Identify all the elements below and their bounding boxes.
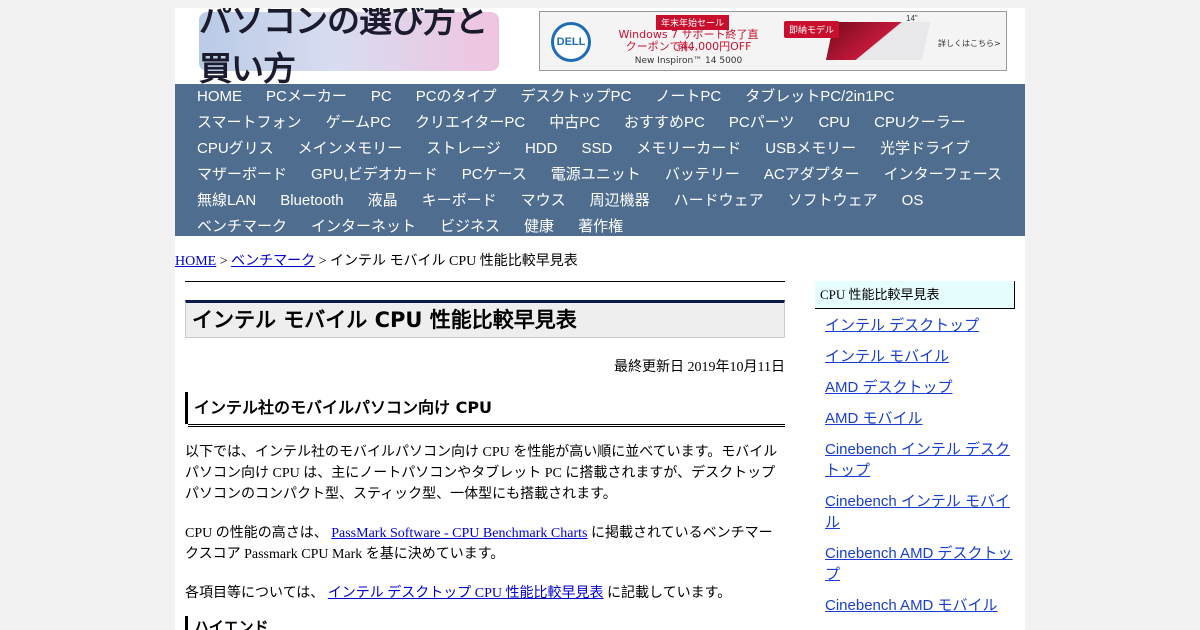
nav-item[interactable]: 無線LAN xyxy=(185,188,268,214)
nav-item[interactable]: CPU xyxy=(806,110,862,136)
nav-item[interactable]: ACアダプター xyxy=(752,162,872,188)
nav-item[interactable]: 中古PC xyxy=(537,110,612,136)
breadcrumb-separator: > xyxy=(315,254,331,269)
nav-item[interactable]: Bluetooth xyxy=(268,188,355,214)
ad-line2: クーポンで44,000円OFF xyxy=(625,40,752,53)
sidebar-item: AMD デスクトップ xyxy=(825,377,1015,398)
desktop-cpu-table-link[interactable]: インテル デスクトップ CPU 性能比較早見表 xyxy=(328,586,604,601)
nav-item[interactable]: タブレットPC/2in1PC xyxy=(733,84,906,110)
nav-item[interactable]: スマートフォン xyxy=(185,110,314,136)
page-title: インテル モバイル CPU 性能比較早見表 xyxy=(185,300,785,338)
sidebar: CPU 性能比較早見表 インテル デスクトップ インテル モバイル AMD デスクト… xyxy=(815,281,1015,626)
section-heading: インテル社のモバイルパソコン向け CPU xyxy=(185,392,785,427)
sidebar-item: インテル デスクトップ xyxy=(825,315,1015,336)
breadcrumb-current: インテル モバイル CPU 性能比較早見表 xyxy=(330,254,578,269)
nav-item[interactable]: クリエイターPC xyxy=(403,110,537,136)
nav-item[interactable]: マザーボード xyxy=(185,162,299,188)
nav-item[interactable]: GPU,ビデオカード xyxy=(299,162,450,188)
page: パソコンの選び方と買い方 DELL 年末年始セール Windows 7 サポート… xyxy=(175,8,1025,630)
sidebar-link[interactable]: Cinebench インテル デスクトップ xyxy=(825,441,1010,479)
sidebar-item: Cinebench AMD モバイル xyxy=(825,595,1015,616)
nav-item[interactable]: 周辺機器 xyxy=(578,188,662,214)
title-wrap: インテル モバイル CPU 性能比較早見表 xyxy=(185,281,785,338)
nav-item[interactable]: 光学ドライブ xyxy=(868,136,982,162)
nav-item[interactable]: HDD xyxy=(513,136,570,162)
site-header: パソコンの選び方と買い方 DELL 年末年始セール Windows 7 サポート… xyxy=(175,8,1025,88)
subsection-heading: ハイエンド xyxy=(185,616,785,630)
laptop-image xyxy=(825,22,931,60)
breadcrumb: HOME > ベンチマーク > インテル モバイル CPU 性能比較早見表 xyxy=(175,250,578,270)
passmark-text-pre: CPU の性能の高さは、 xyxy=(185,526,328,541)
nav-item[interactable]: OS xyxy=(890,188,936,214)
sidebar-link[interactable]: Cinebench AMD デスクトップ xyxy=(825,545,1013,583)
site-logo[interactable]: パソコンの選び方と買い方 xyxy=(199,8,499,88)
sidebar-link[interactable]: AMD モバイル xyxy=(825,410,923,427)
breadcrumb-home-link[interactable]: HOME xyxy=(175,254,216,269)
last-updated: 最終更新日 2019年10月11日 xyxy=(614,360,785,375)
intro-paragraph: 以下では、インテル社のモバイルパソコン向け CPU を性能が高い順に並べています… xyxy=(185,445,778,502)
sidebar-link[interactable]: Cinebench AMD モバイル xyxy=(825,597,998,614)
nav-item[interactable]: CPUクーラー xyxy=(862,110,978,136)
nav-item[interactable]: CPUグリス xyxy=(185,136,286,162)
nav-item[interactable]: マウス xyxy=(509,188,578,214)
nav-item[interactable]: バッテリー xyxy=(653,162,752,188)
nav-item[interactable]: PCパーツ xyxy=(717,110,807,136)
nav-item[interactable]: 液晶 xyxy=(356,188,410,214)
nav-item[interactable]: メモリーカード xyxy=(624,136,753,162)
nav-item[interactable]: SSD xyxy=(569,136,624,162)
nav-item[interactable]: メインメモリー xyxy=(286,136,415,162)
passmark-paragraph: CPU の性能の高さは、 PassMark Software - CPU Ben… xyxy=(185,523,785,565)
nav-item[interactable]: USBメモリー xyxy=(753,136,868,162)
sidebar-link[interactable]: AMD デスクトップ xyxy=(825,379,953,396)
nav-item[interactable]: キーボード xyxy=(410,188,509,214)
nav-item[interactable]: 健康 xyxy=(512,214,566,240)
sidebar-link-list: インテル デスクトップ インテル モバイル AMD デスクトップ AMD モバイル Ci… xyxy=(815,315,1015,616)
sidebar-item: Cinebench インテル デスクトップ xyxy=(825,439,1015,481)
main-content: インテル モバイル CPU 性能比較早見表 最終更新日 2019年10月11日 … xyxy=(185,281,785,630)
nav-item[interactable]: ノートPC xyxy=(643,84,733,110)
nav-item[interactable]: ビジネス xyxy=(428,214,512,240)
sidebar-item: AMD モバイル xyxy=(825,408,1015,429)
ad-cta: 詳しくはこちら> xyxy=(938,39,1001,48)
nav-item[interactable]: ハードウェア xyxy=(662,188,776,214)
nav-item[interactable]: おすすめPC xyxy=(612,110,717,136)
dell-logo-icon: DELL xyxy=(551,22,591,62)
nav-item[interactable]: インターネット xyxy=(299,214,428,240)
nav-item[interactable]: PCケース xyxy=(450,162,539,188)
nav-item[interactable]: ベンチマーク xyxy=(185,214,299,240)
sidebar-item: Cinebench AMD デスクトップ xyxy=(825,543,1015,585)
nav-item[interactable]: ソフトウェア xyxy=(776,188,890,214)
reference-text-pre: 各項目等については、 xyxy=(185,586,325,601)
nav-item[interactable]: ゲームPC xyxy=(314,110,403,136)
reference-text-post: に記載しています。 xyxy=(607,586,732,601)
global-nav-list: HOME PCメーカー PC PCのタイプ デスクトップPC ノートPC タブレットPC/2… xyxy=(175,84,1025,240)
sidebar-link[interactable]: Cinebench インテル モバイル xyxy=(825,493,1010,531)
global-nav: HOME PCメーカー PC PCのタイプ デスクトップPC ノートPC タブレットPC/2… xyxy=(175,84,1025,236)
ad-badge: 即納モデル xyxy=(784,21,840,38)
passmark-link[interactable]: PassMark Software - CPU Benchmark Charts xyxy=(331,526,587,541)
nav-item[interactable]: 電源ユニット xyxy=(539,162,653,188)
nav-item[interactable]: 著作権 xyxy=(566,214,635,240)
site-logo-text: パソコンの選び方と買い方 xyxy=(199,8,488,88)
sidebar-item: Cinebench インテル モバイル xyxy=(825,491,1015,533)
sidebar-link[interactable]: インテル デスクトップ xyxy=(825,317,979,334)
ad-size: 14" xyxy=(906,14,918,23)
ad-banner[interactable]: DELL 年末年始セール Windows 7 サポート終了直前、 クーポンで44… xyxy=(539,11,1007,71)
sidebar-heading: CPU 性能比較早見表 xyxy=(815,281,1015,309)
breadcrumb-separator: > xyxy=(216,254,232,269)
ad-model: New Inspiron™ 14 5000 xyxy=(634,56,743,66)
breadcrumb-benchmark-link[interactable]: ベンチマーク xyxy=(231,254,315,269)
nav-item[interactable]: デスクトップPC xyxy=(509,84,644,110)
nav-item[interactable]: ストレージ xyxy=(414,136,513,162)
nav-item[interactable]: インターフェース xyxy=(872,162,1014,188)
reference-paragraph: 各項目等については、 インテル デスクトップ CPU 性能比較早見表 に記載して… xyxy=(185,583,785,604)
sidebar-item: インテル モバイル xyxy=(825,346,1015,367)
sidebar-link[interactable]: インテル モバイル xyxy=(825,348,949,365)
